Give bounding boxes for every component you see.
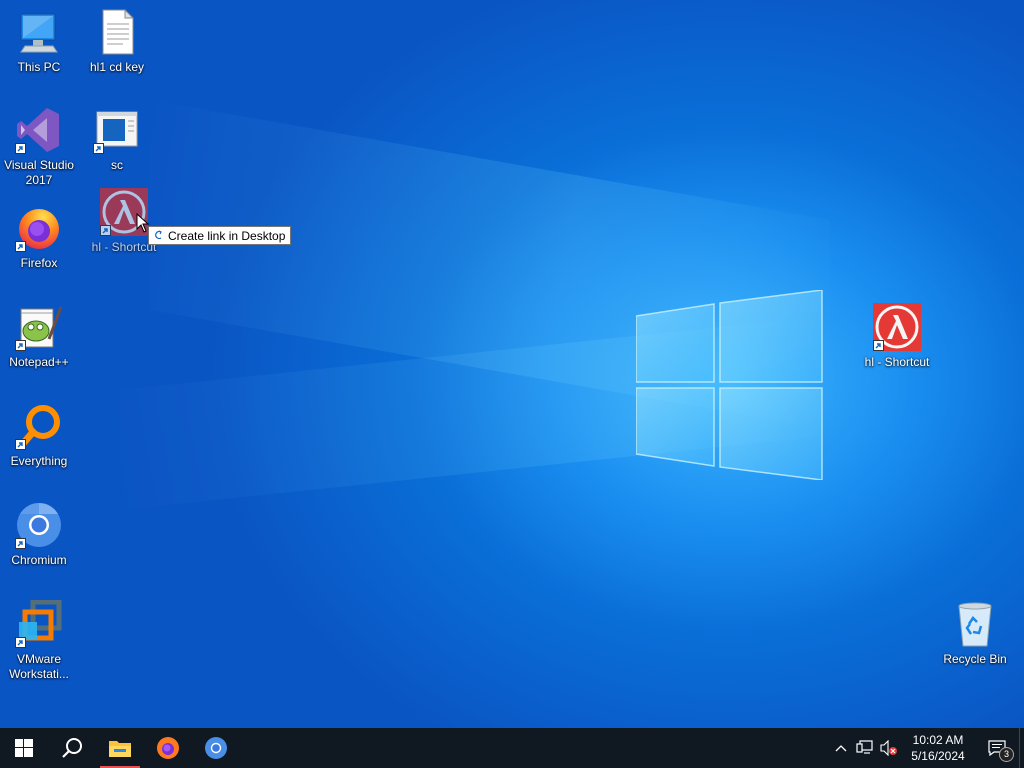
- show-desktop-button[interactable]: [1019, 728, 1024, 768]
- desktop-icon-hl1-cd-key[interactable]: hl1 cd key: [78, 8, 156, 75]
- desktop-icon-label: VMware Workstati...: [9, 652, 69, 681]
- action-center-button[interactable]: 3: [975, 728, 1019, 768]
- screenshot-window-icon: [93, 106, 141, 154]
- desktop-icon-label: Recycle Bin: [943, 652, 1007, 666]
- desktop[interactable]: This PC hl1 cd key Visual Studio 2017 sc…: [0, 0, 1024, 728]
- taskbar: 10:02 AM 5/16/2024 3: [0, 728, 1024, 768]
- shortcut-arrow-icon: [15, 143, 26, 154]
- visual-studio-icon: [15, 106, 63, 154]
- desktop-icon-label: Visual Studio 2017: [4, 158, 74, 187]
- windows-logo-wallpaper: [636, 290, 823, 480]
- shortcut-arrow-icon: [15, 439, 26, 450]
- clock-date: 5/16/2024: [911, 749, 965, 763]
- firefox-icon: [157, 737, 179, 759]
- notification-count-badge: 3: [999, 747, 1014, 762]
- volume-button[interactable]: [877, 728, 901, 768]
- clock-time: 10:02 AM: [912, 733, 964, 747]
- create-link-icon: [154, 227, 163, 245]
- shortcut-arrow-icon: [100, 225, 111, 236]
- vmware-icon: [15, 599, 63, 648]
- desktop-icon-label: hl - Shortcut: [864, 355, 930, 369]
- drag-tooltip-text: Create link in Desktop: [168, 228, 286, 243]
- show-hidden-icons-button[interactable]: [829, 728, 853, 768]
- desktop-icon-everything[interactable]: Everything: [0, 402, 78, 469]
- search-icon: [62, 738, 82, 758]
- taskbar-file-explorer[interactable]: [96, 728, 144, 768]
- notepad-plus-plus-icon: [15, 303, 63, 351]
- network-button[interactable]: [853, 728, 877, 768]
- clock[interactable]: 10:02 AM 5/16/2024: [901, 732, 975, 764]
- system-tray: 10:02 AM 5/16/2024 3: [829, 728, 1024, 768]
- desktop-icon-label: hl1 cd key: [89, 60, 145, 74]
- recycle-bin-icon: [951, 600, 999, 648]
- desktop-icon-sc[interactable]: sc: [78, 106, 156, 173]
- desktop-icon-vmware-workstation[interactable]: VMware Workstati...: [0, 599, 78, 682]
- desktop-icon-label: Everything: [10, 454, 68, 468]
- file-explorer-icon: [109, 741, 131, 757]
- chromium-icon: [15, 501, 63, 549]
- computer-icon: [15, 8, 63, 56]
- firefox-icon: [15, 204, 63, 252]
- desktop-icon-hl-shortcut[interactable]: hl - Shortcut: [858, 303, 936, 370]
- shortcut-arrow-icon: [15, 538, 26, 549]
- desktop-icon-label: Chromium: [11, 553, 67, 567]
- desktop-icon-notepad-plus-plus[interactable]: Notepad++: [0, 303, 78, 370]
- half-life-lambda-icon: [873, 303, 921, 351]
- desktop-icon-label: This PC: [17, 60, 61, 74]
- shortcut-arrow-icon: [93, 143, 104, 154]
- mouse-cursor-icon: [136, 213, 150, 233]
- start-button[interactable]: [0, 728, 48, 768]
- desktop-icon-recycle-bin[interactable]: Recycle Bin: [936, 600, 1014, 667]
- taskbar-firefox[interactable]: [144, 728, 192, 768]
- desktop-icon-label: sc: [111, 158, 123, 172]
- text-document-icon: [93, 8, 141, 56]
- desktop-icon-this-pc[interactable]: This PC: [0, 8, 78, 75]
- drag-tooltip: Create link in Desktop: [148, 226, 292, 245]
- desktop-icon-label: Notepad++: [9, 355, 69, 369]
- desktop-icon-visual-studio[interactable]: Visual Studio 2017: [0, 106, 78, 188]
- speaker-muted-icon: [880, 740, 897, 756]
- desktop-icon-label: Firefox: [20, 256, 58, 270]
- start-icon: [15, 739, 33, 757]
- shortcut-arrow-icon: [15, 241, 26, 252]
- chromium-icon: [205, 737, 227, 759]
- chevron-up-icon: [835, 745, 847, 752]
- shortcut-arrow-icon: [15, 340, 26, 351]
- shortcut-arrow-icon: [15, 637, 26, 648]
- search-button[interactable]: [48, 728, 96, 768]
- shortcut-arrow-icon: [873, 340, 884, 351]
- desktop-icon-chromium[interactable]: Chromium: [0, 501, 78, 568]
- everything-search-icon: [15, 402, 63, 450]
- network-icon: [856, 740, 873, 754]
- taskbar-chromium[interactable]: [192, 728, 240, 768]
- desktop-icon-firefox[interactable]: Firefox: [0, 204, 78, 271]
